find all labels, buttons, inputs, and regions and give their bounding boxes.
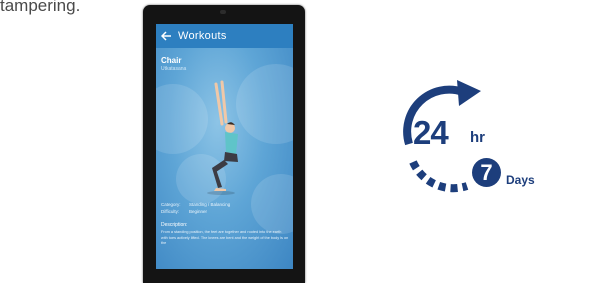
description-heading: Description: xyxy=(161,222,188,228)
category-value: Standing / Balancing xyxy=(189,202,231,207)
app-title: Workouts xyxy=(178,30,227,42)
description-text: From a standing position, the feet are t… xyxy=(161,230,289,245)
days-number: 7 xyxy=(472,158,501,187)
kiosk-screen: Workouts Chair Utkatasana Category: Stan… xyxy=(156,24,293,269)
difficulty-value: Beginner xyxy=(189,209,208,214)
kiosk-device: Workouts Chair Utkatasana Category: Stan… xyxy=(143,5,305,283)
app-bar: Workouts xyxy=(156,24,293,48)
difficulty-label: Difficulty: xyxy=(161,209,180,214)
kiosk-camera xyxy=(220,10,226,14)
pose-name: Chair xyxy=(161,56,182,65)
arrow-left-icon[interactable] xyxy=(161,29,175,43)
pose-meta: Category: Standing / Balancing Difficult… xyxy=(161,201,230,215)
availability-badge: 24 hr 7 Days xyxy=(395,74,575,199)
hours-unit: hr xyxy=(470,129,485,146)
background-bubble xyxy=(251,174,293,234)
days-label: Days xyxy=(506,173,535,187)
category-label: Category: xyxy=(161,202,181,207)
yoga-figure-image xyxy=(207,80,238,195)
pose-alt-name: Utkatasana xyxy=(161,66,187,72)
hours-number: 24 xyxy=(413,114,449,151)
caption-text: tampering. xyxy=(0,0,81,15)
